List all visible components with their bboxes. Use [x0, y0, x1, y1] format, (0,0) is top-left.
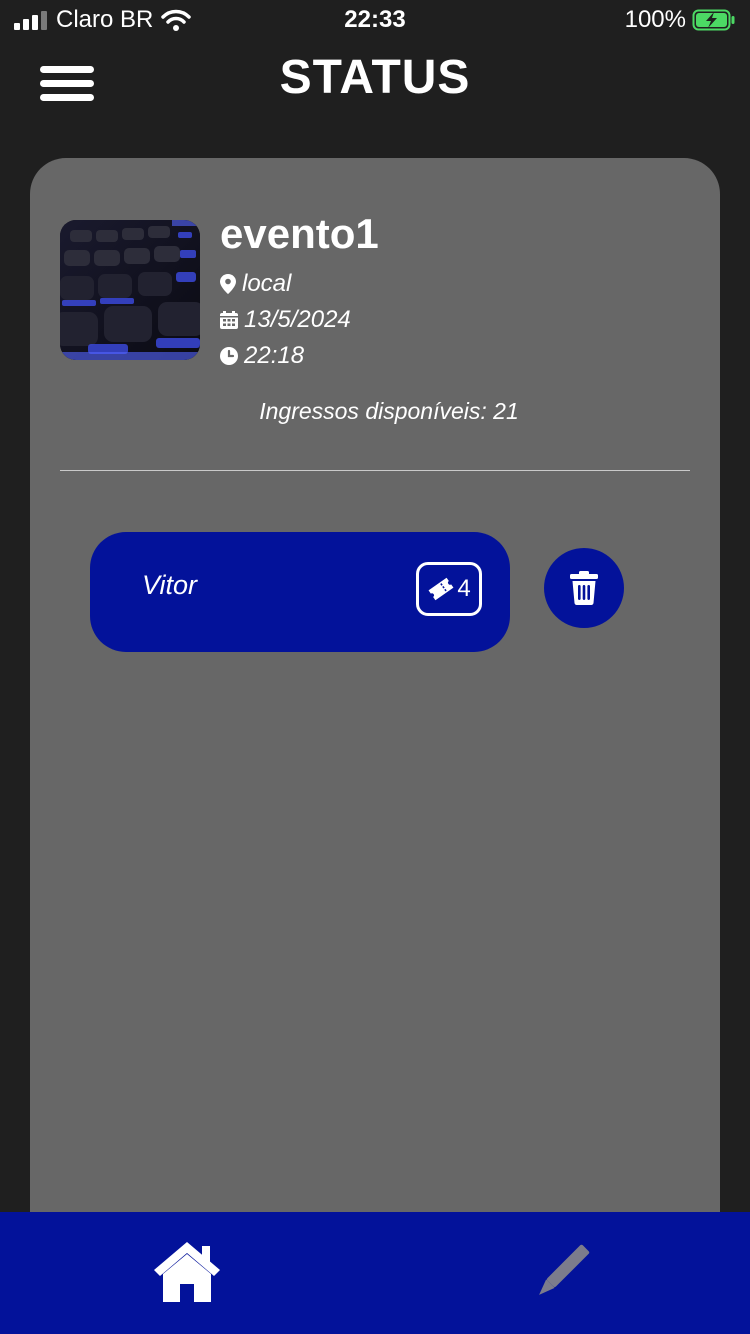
- event-time: 22:18: [244, 342, 305, 369]
- calendar-icon: [220, 311, 238, 329]
- tickets-available-text: Ingressos disponíveis: 21: [259, 398, 519, 424]
- home-icon: [154, 1242, 220, 1302]
- map-pin-icon: [220, 274, 236, 294]
- auditorium-seats-image: [60, 220, 200, 360]
- event-date-row: 13/5/2024: [220, 306, 351, 334]
- event-name: evento1: [220, 210, 379, 257]
- guest-entry-button[interactable]: Vitor 4: [90, 532, 510, 652]
- bottom-navigation: [0, 1212, 750, 1334]
- status-bar: Claro BR 22:33 100%: [0, 0, 750, 44]
- pencil-icon: [539, 1244, 590, 1295]
- event-card: evento1 local 13/5/2024 22:18 Ingressos …: [30, 158, 720, 1258]
- nav-edit-button[interactable]: [530, 1242, 592, 1309]
- nav-home-button[interactable]: [152, 1240, 222, 1307]
- divider: [60, 470, 690, 471]
- page-title: STATUS: [279, 51, 471, 104]
- battery-charging-icon: [692, 9, 735, 31]
- guest-name: Vitor: [142, 570, 198, 600]
- status-bar-right: 100%: [625, 6, 736, 34]
- battery-percentage: 100%: [624, 6, 686, 33]
- ticket-icon: [428, 577, 454, 601]
- event-date: 13/5/2024: [244, 306, 351, 333]
- ticket-count: 4: [457, 575, 471, 602]
- trash-icon: [570, 571, 598, 605]
- event-location: local: [242, 270, 292, 297]
- event-location-row: local: [220, 270, 291, 298]
- delete-guest-button[interactable]: [544, 548, 624, 628]
- event-time-row: 22:18: [220, 342, 304, 370]
- clock-icon: [220, 347, 238, 365]
- ticket-count-badge: 4: [416, 562, 482, 616]
- event-image: [60, 220, 200, 360]
